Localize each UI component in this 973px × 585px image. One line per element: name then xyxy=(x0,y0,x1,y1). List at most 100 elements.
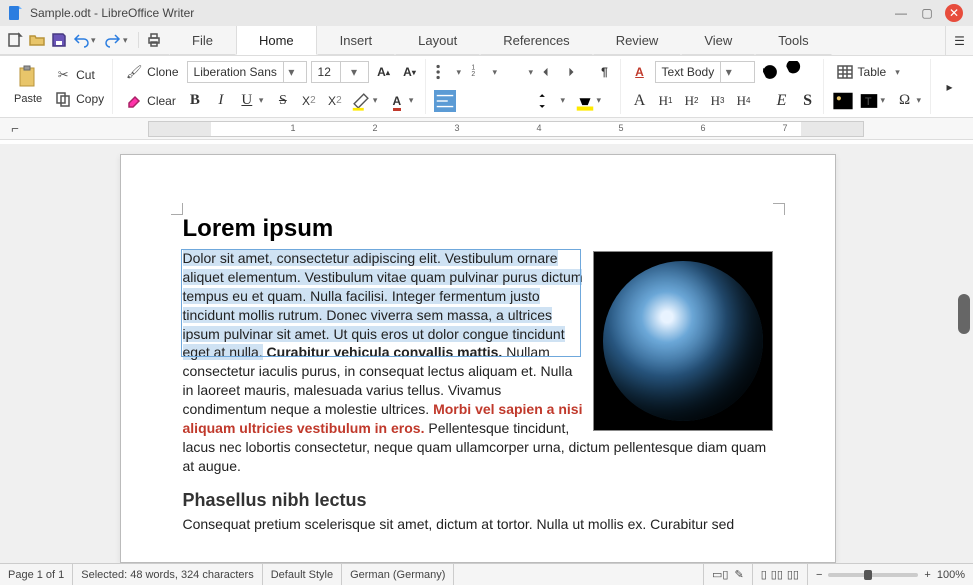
zoom-out-button[interactable]: − xyxy=(816,569,822,581)
horizontal-ruler[interactable]: 1 2 3 4 5 6 7 xyxy=(148,121,864,137)
tab-insert[interactable]: Insert xyxy=(317,26,396,55)
highlight-button[interactable]: ▾ xyxy=(350,90,382,112)
status-language[interactable]: German (Germany) xyxy=(342,564,454,585)
print-icon[interactable] xyxy=(145,31,163,49)
tab-layout[interactable]: Layout xyxy=(395,26,480,55)
subscript-button[interactable]: X2 xyxy=(298,90,320,112)
chevron-down-icon: ▾ xyxy=(283,62,299,82)
font-size-combo[interactable]: 12▾ xyxy=(311,61,369,83)
chevron-down-icon: ▾ xyxy=(340,62,368,82)
strikethrough-button[interactable]: S xyxy=(272,90,294,112)
update-style-icon[interactable] xyxy=(759,61,781,83)
zoom-slider[interactable] xyxy=(828,573,918,577)
status-insert-mode[interactable]: ▭▯ ✎ xyxy=(704,564,753,585)
overwrite-icon: ▭▯ xyxy=(712,568,728,581)
grow-font-button[interactable]: A▴ xyxy=(373,61,395,83)
scissors-icon: ✂ xyxy=(54,66,72,84)
heading4-button[interactable]: H4 xyxy=(733,90,755,112)
insert-table-button[interactable]: Table▾ xyxy=(832,61,909,83)
line-spacing-button[interactable]: ▾ xyxy=(538,90,570,112)
increase-indent-button[interactable] xyxy=(568,61,590,83)
status-selection[interactable]: Selected: 48 words, 324 characters xyxy=(73,564,262,585)
bold-button[interactable]: B xyxy=(184,90,206,112)
insert-symbol-icon[interactable]: Ω▾ xyxy=(894,90,926,112)
scrollbar-thumb[interactable] xyxy=(958,294,970,334)
document-area[interactable]: Lorem ipsum Dolor sit amet, consectetur … xyxy=(0,144,955,563)
page[interactable]: Lorem ipsum Dolor sit amet, consectetur … xyxy=(120,154,836,563)
hamburger-menu[interactable]: ☰ xyxy=(945,26,973,55)
book-view-icon[interactable]: ▯▯ xyxy=(787,568,799,581)
line-spacing-icon xyxy=(538,90,560,112)
status-view-buttons[interactable]: ▯ ▯▯ ▯▯ xyxy=(753,564,808,585)
tab-view[interactable]: View xyxy=(681,26,755,55)
zoom-value[interactable]: 100% xyxy=(937,569,965,581)
inline-image[interactable] xyxy=(593,251,773,431)
zoom-slider-knob[interactable] xyxy=(864,570,872,580)
doc-heading-1[interactable]: Lorem ipsum xyxy=(183,215,773,243)
window-title: Sample.odt - LibreOffice Writer xyxy=(30,6,194,20)
doc-heading-2[interactable]: Phasellus nibh lectus xyxy=(183,490,773,511)
clone-formatting-button[interactable]: 🖌Clone xyxy=(121,61,182,83)
font-color-icon: A xyxy=(386,90,408,112)
paste-button[interactable]: Paste xyxy=(8,61,48,113)
signature-icon: ✎ xyxy=(734,568,743,581)
clear-formatting-button[interactable]: Clear xyxy=(121,90,180,112)
superscript-button[interactable]: X2 xyxy=(324,90,346,112)
insert-image-icon[interactable] xyxy=(832,90,854,112)
align-right-button[interactable] xyxy=(486,90,508,112)
font-name-combo[interactable]: Liberation Sans▾ xyxy=(187,61,307,83)
minimize-button[interactable]: — xyxy=(893,5,909,21)
tab-home[interactable]: Home xyxy=(236,26,317,55)
number-list-icon: 12 xyxy=(470,61,492,83)
undo-button[interactable]: ▾ xyxy=(72,31,100,49)
bullet-list-button[interactable]: ▾ xyxy=(434,61,466,83)
vertical-scrollbar[interactable] xyxy=(955,144,973,563)
decrease-indent-button[interactable] xyxy=(542,61,564,83)
eraser-icon xyxy=(125,92,143,110)
status-style[interactable]: Default Style xyxy=(263,564,342,585)
margin-marker-icon: ⌐ xyxy=(6,120,24,138)
insert-textbox-icon[interactable]: T▾ xyxy=(858,90,890,112)
outline-list-button[interactable]: ▾ xyxy=(506,61,538,83)
tab-tools[interactable]: Tools xyxy=(755,26,831,55)
open-icon[interactable] xyxy=(28,31,46,49)
tab-review[interactable]: Review xyxy=(593,26,682,55)
tab-file[interactable]: File xyxy=(169,26,236,55)
clear-direct-formatting-icon[interactable]: A xyxy=(629,61,651,83)
underline-button[interactable]: U▾ xyxy=(236,90,268,112)
close-button[interactable]: ✕ xyxy=(945,4,963,22)
brush-icon: 🖌 xyxy=(125,63,143,81)
align-left-button[interactable] xyxy=(434,90,456,112)
formatting-marks-button[interactable]: ¶ xyxy=(594,61,616,83)
save-icon[interactable] xyxy=(50,31,68,49)
ribbon-home: Paste ✂Cut Copy 🖌Clone Liberation Sans▾ … xyxy=(0,56,973,118)
emphasis-button[interactable]: E xyxy=(771,90,793,112)
number-list-button[interactable]: 12▾ xyxy=(470,61,502,83)
copy-button[interactable]: Copy xyxy=(50,88,108,110)
status-page[interactable]: Page 1 of 1 xyxy=(0,564,73,585)
single-page-view-icon[interactable]: ▯ xyxy=(761,568,767,581)
para-bgcolor-button[interactable]: ▾ xyxy=(574,90,606,112)
maximize-button[interactable]: ▢ xyxy=(919,5,935,21)
font-color-button[interactable]: A▾ xyxy=(386,90,418,112)
italic-button[interactable]: I xyxy=(210,90,232,112)
earth-graphic xyxy=(603,261,763,421)
heading2-button[interactable]: H2 xyxy=(681,90,703,112)
align-center-button[interactable] xyxy=(460,90,482,112)
paragraph-2[interactable]: Consequat pretium scelerisque sit amet, … xyxy=(183,515,773,534)
style-A-button[interactable]: A xyxy=(629,90,651,112)
new-doc-icon[interactable] xyxy=(6,31,24,49)
heading3-button[interactable]: H3 xyxy=(707,90,729,112)
ribbon-overflow-button[interactable]: ▸ xyxy=(939,76,961,98)
cut-button[interactable]: ✂Cut xyxy=(50,64,108,86)
strong-button[interactable]: S xyxy=(797,90,819,112)
multi-page-view-icon[interactable]: ▯▯ xyxy=(771,568,783,581)
shrink-font-button[interactable]: A▾ xyxy=(399,61,421,83)
new-style-icon[interactable] xyxy=(785,61,807,83)
align-justify-button[interactable] xyxy=(512,90,534,112)
tab-references[interactable]: References xyxy=(480,26,592,55)
redo-button[interactable]: ▾ xyxy=(104,31,132,49)
paragraph-style-combo[interactable]: Text Body▾ xyxy=(655,61,755,83)
heading1-button[interactable]: H1 xyxy=(655,90,677,112)
zoom-in-button[interactable]: + xyxy=(924,569,930,581)
